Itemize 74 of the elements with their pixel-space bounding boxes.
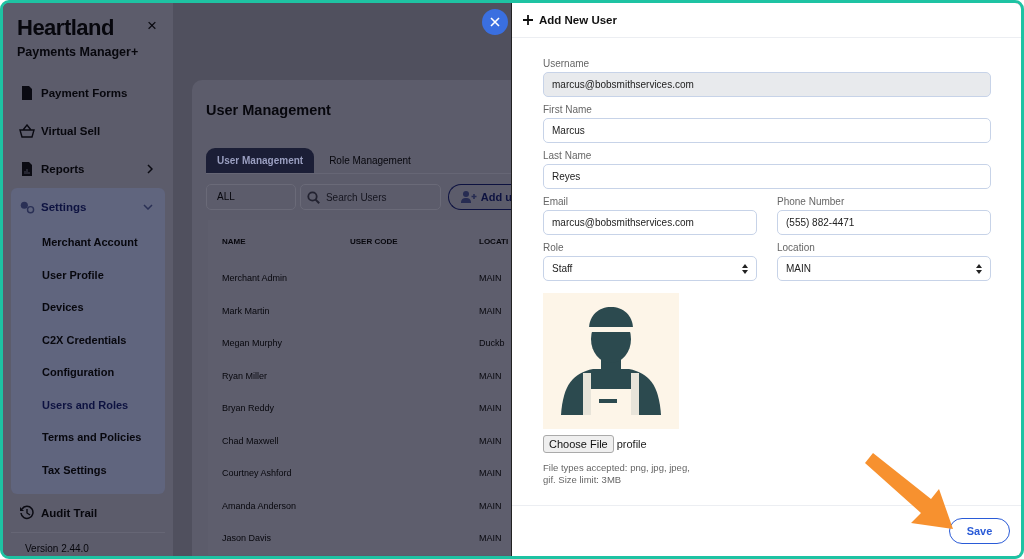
chevron-right-icon: [147, 164, 153, 174]
table-cell-text: MAIN: [479, 370, 503, 381]
table-cell-text: Duckb: [479, 338, 506, 349]
nav-subitem[interactable]: Devices: [11, 291, 165, 324]
field-label: Email: [543, 196, 569, 208]
document-icon: [19, 85, 35, 101]
report-icon: [19, 161, 35, 177]
table-cell-text: MAIN: [479, 500, 503, 511]
nav-item[interactable]: Settings: [11, 188, 165, 226]
nav-subitem[interactable]: Users and Roles: [11, 388, 165, 421]
tab[interactable]: User Management: [206, 148, 315, 173]
nav-item[interactable]: Audit Trail: [3, 494, 173, 532]
plus-icon: [523, 15, 533, 25]
history-icon: [19, 505, 35, 521]
table-cell-text: MAIN: [479, 403, 503, 414]
version-label: Version 2.44.0: [11, 532, 165, 556]
input-field[interactable]: Reyes: [543, 164, 991, 189]
nav-subitem[interactable]: Configuration: [11, 356, 165, 389]
field-label: Location: [777, 242, 816, 254]
close-button[interactable]: [482, 9, 508, 35]
file-hint: File types accepted: png, jpg, jpeg, gif. Size limit: 3MB: [543, 462, 691, 486]
input-field[interactable]: Marcus: [543, 118, 991, 143]
sort-arrows-icon: [976, 263, 982, 274]
table-cell-text: MAIN: [479, 435, 503, 446]
table-cell-text: MAIN: [479, 468, 503, 479]
close-icon: [490, 17, 500, 27]
column-header: LOCATI: [479, 236, 510, 246]
product-name: Payments Manager+: [17, 45, 139, 59]
input-field[interactable]: (555) 882-4471: [777, 210, 991, 235]
field-label: Last Name: [543, 150, 593, 162]
nav-subitem[interactable]: Tax Settings: [11, 453, 165, 486]
close-button[interactable]: ×: [147, 17, 157, 35]
field-label: Role: [543, 242, 565, 254]
page-title: User Management: [206, 102, 332, 120]
table-cell-text: Jason Davis: [222, 533, 273, 544]
column-header: USER CODE: [350, 236, 399, 246]
search-field[interactable]: Search Users: [299, 184, 441, 210]
nav-subitem[interactable]: C2X Credentials: [11, 323, 165, 356]
field-label: Phone Number: [777, 196, 846, 208]
table-cell-text: Amanda Anderson: [222, 500, 298, 511]
table-cell-text: MAIN: [479, 533, 503, 544]
table-cell-text: Chad Maxwell: [222, 435, 280, 446]
basket-icon: [19, 124, 35, 138]
save-button[interactable]: Save: [949, 518, 1010, 544]
table-cell-text: Merchant Admin: [222, 273, 289, 284]
sort-arrows-icon: [742, 263, 748, 274]
table-cell-text: Megan Murphy: [222, 338, 284, 349]
column-header: NAME: [222, 236, 247, 246]
filter-select[interactable]: ALL: [206, 184, 296, 210]
table-cell-text: Bryan Reddy: [222, 403, 276, 414]
brand-logo: Heartland: [17, 15, 115, 41]
nav-subitem[interactable]: Terms and Policies: [11, 421, 165, 454]
chevron-down-icon: [143, 204, 153, 210]
drawer-title: Add New User: [539, 14, 617, 26]
select-field[interactable]: Staff: [543, 256, 757, 281]
nav-subitem[interactable]: Merchant Account: [11, 226, 165, 259]
add-person-icon: [460, 191, 477, 203]
search-icon: [306, 190, 320, 204]
choose-file-button[interactable]: Choose File: [543, 435, 614, 453]
file-name: profile: [616, 438, 647, 450]
nav-item[interactable]: Virtual Sell: [3, 112, 173, 150]
table-cell-text: MAIN: [479, 305, 503, 316]
table-cell-text: Ryan Miller: [222, 370, 268, 381]
nav-item[interactable]: Reports: [3, 150, 173, 188]
select-field[interactable]: MAIN: [777, 256, 991, 281]
table-cell-text: MAIN: [479, 273, 503, 284]
field-label: Username: [543, 58, 591, 70]
field-label: First Name: [543, 104, 593, 116]
table-cell-text: Mark Martin: [222, 305, 271, 316]
tab[interactable]: Role Management: [318, 148, 422, 173]
nav-item[interactable]: Payment Forms: [3, 74, 173, 112]
input-field[interactable]: marcus@bobsmithservices.com: [543, 210, 757, 235]
table-cell-text: Courtney Ashford: [222, 468, 293, 479]
nav-subitem[interactable]: User Profile: [11, 258, 165, 291]
